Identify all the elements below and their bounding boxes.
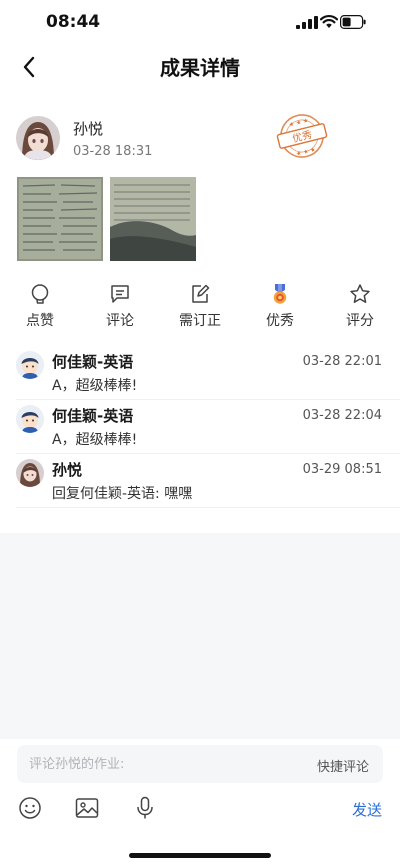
status-bar: 08:44 (0, 0, 400, 44)
homework-photo-icon (110, 177, 196, 261)
page-title: 成果详情 (160, 56, 240, 80)
divider (16, 507, 400, 508)
comment-author: 何佳颖-英语 (52, 353, 134, 371)
microphone-icon (137, 796, 153, 819)
homework-photo-icon (17, 177, 103, 261)
emoji-button[interactable] (17, 795, 43, 821)
girl-avatar-icon (16, 459, 44, 487)
comment-time: 03-28 22:04 (302, 408, 382, 423)
author-avatar[interactable] (16, 116, 60, 160)
comment-item[interactable]: 何佳颖-英语 03-28 22:04 A，超级棒棒! (0, 399, 400, 453)
author-name: 孙悦 (73, 120, 104, 138)
rate-button[interactable]: 评分 (330, 283, 390, 333)
emoji-icon (19, 797, 41, 819)
comment-text: 回复何佳颖-英语: 嘿嘿 (52, 486, 193, 502)
teacher-avatar-icon (16, 405, 44, 433)
excellent-label: 优秀 (266, 313, 294, 329)
comment-label: 评论 (106, 313, 134, 329)
rate-label: 评分 (346, 313, 374, 329)
excellent-button[interactable]: 优秀 (250, 283, 310, 333)
medal-icon (269, 283, 291, 305)
needs-correction-button[interactable]: 需订正 (170, 283, 230, 333)
image-button[interactable] (74, 795, 100, 821)
image-icon (75, 798, 99, 818)
comment-text: A，超级棒棒! (52, 378, 138, 394)
comment-text: A，超级棒棒! (52, 432, 138, 448)
work-image[interactable] (17, 177, 103, 261)
like-label: 点赞 (26, 313, 54, 329)
comment-input[interactable] (29, 745, 299, 783)
battery-icon (340, 15, 366, 29)
comment-icon (109, 283, 131, 305)
status-time: 08:44 (46, 12, 101, 32)
comment-item[interactable]: 孙悦 03-29 08:51 回复何佳颖-英语: 嘿嘿 (0, 453, 400, 507)
nav-bar: 成果详情 (0, 44, 400, 90)
comment-composer: 快捷评论 发送 (0, 739, 400, 866)
comment-time: 03-29 08:51 (302, 462, 382, 477)
star-icon (349, 283, 371, 305)
voice-button[interactable] (132, 795, 158, 821)
home-indicator (129, 853, 271, 858)
needs-correction-label: 需订正 (179, 313, 221, 329)
comment-input-box: 快捷评论 (17, 745, 383, 783)
empty-area (0, 533, 400, 739)
author-time: 03-28 18:31 (73, 144, 153, 159)
comment-item[interactable]: 何佳颖-英语 03-28 22:01 A，超级棒棒! (0, 345, 400, 399)
action-bar: 点赞 评论 需订正 优秀 评分 (0, 283, 400, 333)
edit-icon (189, 283, 211, 305)
like-button[interactable]: 点赞 (10, 283, 70, 333)
author-header: 孙悦 03-28 18:31 优秀 ★ ★ ★ ★ ★ ★ (16, 114, 384, 166)
comment-time: 03-28 22:01 (302, 354, 382, 369)
signal-icon (296, 16, 318, 29)
work-image[interactable] (110, 177, 196, 261)
girl-avatar-icon (16, 116, 60, 160)
excellent-stamp-icon: 优秀 ★ ★ ★ ★ ★ ★ (276, 114, 328, 158)
comment-author: 孙悦 (52, 461, 83, 479)
send-button[interactable]: 发送 (352, 799, 382, 820)
comment-button[interactable]: 评论 (90, 283, 150, 333)
wifi-icon (320, 15, 338, 28)
svg-text:★ ★ ★: ★ ★ ★ (288, 117, 309, 129)
comment-author: 何佳颖-英语 (52, 407, 134, 425)
quick-comment-button[interactable]: 快捷评论 (317, 756, 369, 775)
like-bubble-icon (29, 283, 51, 305)
teacher-avatar-icon (16, 351, 44, 379)
